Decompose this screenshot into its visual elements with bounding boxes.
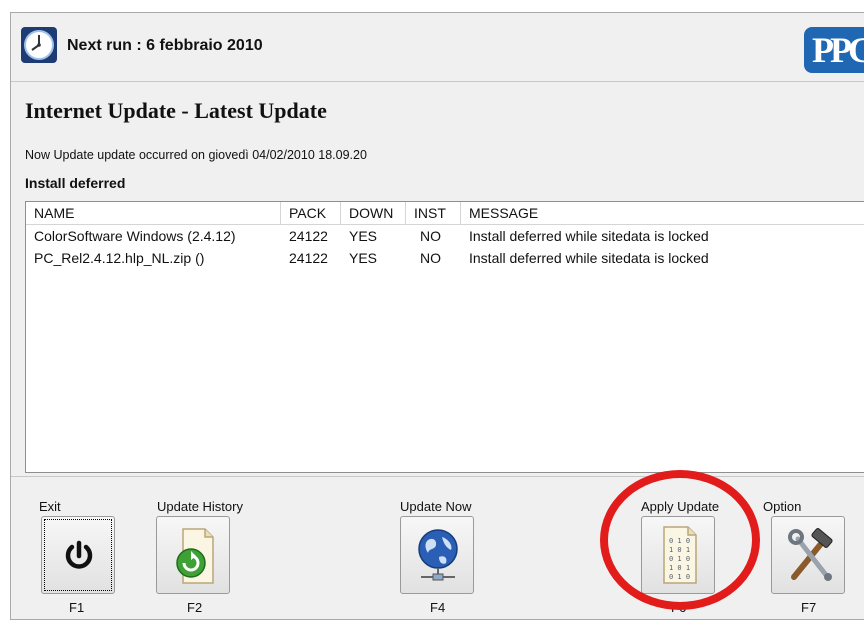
option-button[interactable] [771,516,845,594]
page-title: Internet Update - Latest Update [25,98,327,123]
table-row[interactable]: PC_Rel2.4.12.hlp_NL.zip () 24122 YES NO … [26,247,864,269]
binary-document-icon: 0 1 0 1 0 1 0 1 0 1 0 1 0 1 0 [642,517,714,593]
update-history-shortcut: F2 [187,600,203,615]
tools-icon [772,517,844,593]
install-status: Install deferred [25,175,126,191]
update-now-shortcut: F4 [430,600,446,615]
list-header: NAME PACK DOWN INST MESSAGE [26,202,864,225]
cell-inst: NO [420,228,441,244]
update-now-label: Update Now [400,499,472,514]
next-run-label: Next run : 6 febbraio 2010 [67,37,263,54]
svg-text:0 1 0: 0 1 0 [669,537,690,545]
cell-pack: 24122 [289,250,328,266]
column-header-message[interactable]: MESSAGE [461,202,864,224]
option-shortcut: F7 [801,600,817,615]
apply-update-shortcut: F6 [671,600,687,615]
column-header-down[interactable]: DOWN [341,202,406,224]
history-document-icon [157,517,229,593]
column-header-inst[interactable]: INST [406,202,461,224]
apply-update-label: Apply Update [641,499,720,514]
cell-name: ColorSoftware Windows (2.4.12) [34,228,236,244]
update-window: Next run : 6 febbraio 2010 PPG Internet … [10,12,864,620]
update-history-label: Update History [157,499,243,514]
update-history-button[interactable] [156,516,230,594]
cell-name: PC_Rel2.4.12.hlp_NL.zip () [34,250,205,266]
company-logo: PPG [804,27,864,73]
option-label: Option [763,499,802,514]
cell-down: YES [349,250,378,266]
update-now-button[interactable] [400,516,474,594]
svg-text:0 1 0: 0 1 0 [669,555,690,563]
exit-shortcut: F1 [69,600,85,615]
column-header-pack[interactable]: PACK [281,202,341,224]
update-list[interactable]: NAME PACK DOWN INST MESSAGE ColorSoftwar… [25,201,864,473]
cell-message: Install deferred while sitedata is locke… [469,250,709,266]
svg-text:1 0 1: 1 0 1 [669,564,690,572]
cell-inst: NO [420,250,441,266]
cell-pack: 24122 [289,228,328,244]
column-header-name[interactable]: NAME [26,202,281,224]
cell-down: YES [349,228,378,244]
clock-icon [21,27,57,63]
apply-update-button[interactable]: 0 1 0 1 0 1 0 1 0 1 0 1 0 1 0 [641,516,715,594]
cell-message: Install deferred while sitedata is locke… [469,228,709,244]
divider [11,81,864,82]
last-update-notice: Now Update update occurred on giovedì 04… [25,148,367,162]
exit-button[interactable] [41,516,115,594]
power-icon [42,517,114,593]
globe-network-icon [401,517,473,593]
toolbar-divider [11,476,864,477]
top-bar: Next run : 6 febbraio 2010 PPG [11,13,864,73]
exit-label: Exit [39,499,61,514]
svg-text:1 0 1: 1 0 1 [669,546,690,554]
svg-text:0 1 0: 0 1 0 [669,573,690,581]
table-row[interactable]: ColorSoftware Windows (2.4.12) 24122 YES… [26,225,864,247]
